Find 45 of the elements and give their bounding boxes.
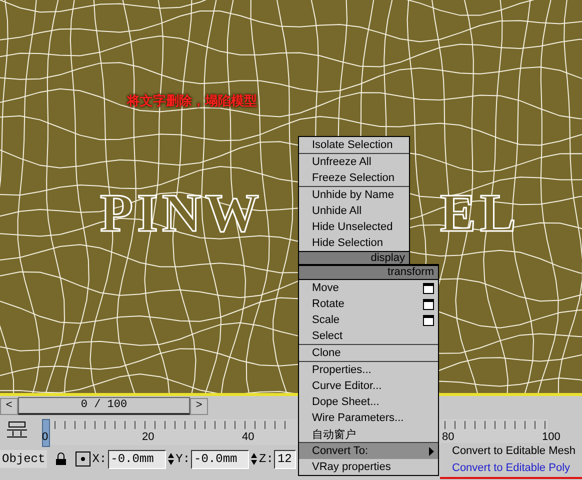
axis-label: X: bbox=[92, 452, 107, 466]
menu-item[interactable]: Wire Parameters... bbox=[299, 410, 438, 426]
key-filter-icon[interactable] bbox=[6, 421, 28, 439]
menu-item[interactable]: Properties... bbox=[299, 362, 438, 378]
selection-mode-label[interactable]: Object bbox=[0, 450, 48, 468]
lock-icon[interactable] bbox=[54, 452, 68, 466]
menu-item[interactable]: Select bbox=[299, 328, 438, 344]
time-slider[interactable]: 0 / 100 bbox=[18, 397, 190, 415]
coordinate-field[interactable]: -0.0mm bbox=[108, 450, 166, 468]
menu-item[interactable]: Rotate bbox=[299, 296, 438, 312]
axis-label: Y: bbox=[176, 452, 190, 466]
menu-item[interactable]: Curve Editor... bbox=[299, 378, 438, 394]
time-cursor[interactable] bbox=[42, 419, 50, 447]
menu-item[interactable]: Isolate Selection bbox=[299, 137, 409, 153]
menu-item[interactable]: Clone bbox=[299, 345, 438, 361]
tick-label: 100 bbox=[542, 431, 560, 443]
coordinate-field[interactable]: 12 bbox=[274, 450, 296, 468]
tick-label: 20 bbox=[142, 431, 154, 443]
menu-item[interactable]: Unfreeze All bbox=[299, 154, 409, 170]
axis-label: Z: bbox=[259, 452, 274, 466]
submenu-item[interactable]: Convert to Editable Poly bbox=[440, 462, 582, 479]
menu-item[interactable]: Dope Sheet... bbox=[299, 394, 438, 410]
options-icon[interactable] bbox=[423, 282, 434, 294]
menu-item[interactable]: Move bbox=[299, 280, 438, 296]
menu-item[interactable]: VRay properties bbox=[299, 459, 438, 475]
previous-frame-button[interactable]: < bbox=[0, 398, 18, 414]
menu-item[interactable]: Unhide All bbox=[299, 203, 409, 219]
menu-item[interactable]: Unhide by Name bbox=[299, 187, 409, 203]
menu-item[interactable]: Convert To: bbox=[299, 443, 438, 459]
options-icon[interactable] bbox=[423, 298, 434, 310]
menu-item[interactable]: Scale bbox=[299, 312, 438, 328]
submenu-arrow-icon bbox=[429, 446, 434, 456]
tick-label: 40 bbox=[242, 431, 254, 443]
coordinate-field[interactable]: -0.0mm bbox=[191, 450, 250, 468]
tick-label: 80 bbox=[442, 431, 454, 443]
menu-item[interactable]: Hide Selection bbox=[299, 235, 409, 251]
transform-mode-icon[interactable] bbox=[75, 451, 92, 467]
menu-item[interactable]: 自动窗户 bbox=[299, 426, 438, 442]
options-icon[interactable] bbox=[423, 314, 434, 326]
next-frame-button[interactable]: > bbox=[190, 398, 208, 414]
tick-label: 0 bbox=[42, 431, 48, 443]
menu-item[interactable]: Freeze Selection bbox=[299, 170, 409, 186]
menu-item[interactable]: Hide Unselected bbox=[299, 219, 409, 235]
submenu-item[interactable]: Convert to Editable Mesh bbox=[440, 445, 582, 462]
menu-header: transform bbox=[299, 265, 438, 280]
